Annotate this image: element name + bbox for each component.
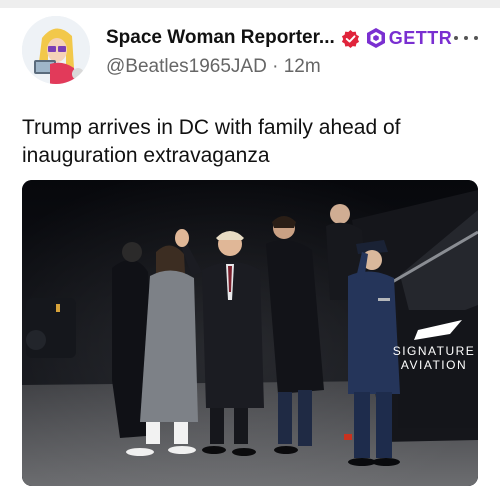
author-meta-row: @Beatles1965JAD · 12m — [106, 56, 321, 78]
author-avatar[interactable] — [22, 16, 90, 84]
gettr-post[interactable]: Space Woman Reporter... GETTR @Beatles19… — [0, 8, 500, 493]
gettr-logo-icon — [366, 28, 385, 48]
more-dot-icon — [464, 36, 468, 40]
sign-line-1: SIGNATURE — [392, 344, 476, 358]
avatar-illustration-icon — [22, 16, 90, 84]
gettr-badge: GETTR — [366, 27, 453, 49]
photo-illustration — [22, 180, 478, 486]
top-divider — [0, 0, 500, 8]
signature-aviation-sign: SIGNATURE AVIATION — [392, 344, 476, 372]
author-display-name[interactable]: Space Woman Reporter... — [106, 27, 335, 49]
author-handle[interactable]: @Beatles1965JAD — [106, 56, 267, 77]
meta-separator: · — [272, 56, 284, 77]
post-text: Trump arrives in DC with family ahead of… — [22, 116, 401, 167]
author-name-row: Space Woman Reporter... GETTR — [106, 24, 452, 52]
more-dot-icon — [454, 36, 458, 40]
verified-badge-icon — [341, 29, 359, 48]
more-dot-icon — [474, 36, 478, 40]
post-image[interactable]: SIGNATURE AVIATION — [22, 180, 478, 486]
sign-line-2: AVIATION — [400, 358, 468, 372]
more-options-button[interactable] — [454, 30, 478, 46]
gettr-label: GETTR — [388, 27, 453, 48]
post-time[interactable]: 12m — [284, 56, 321, 77]
